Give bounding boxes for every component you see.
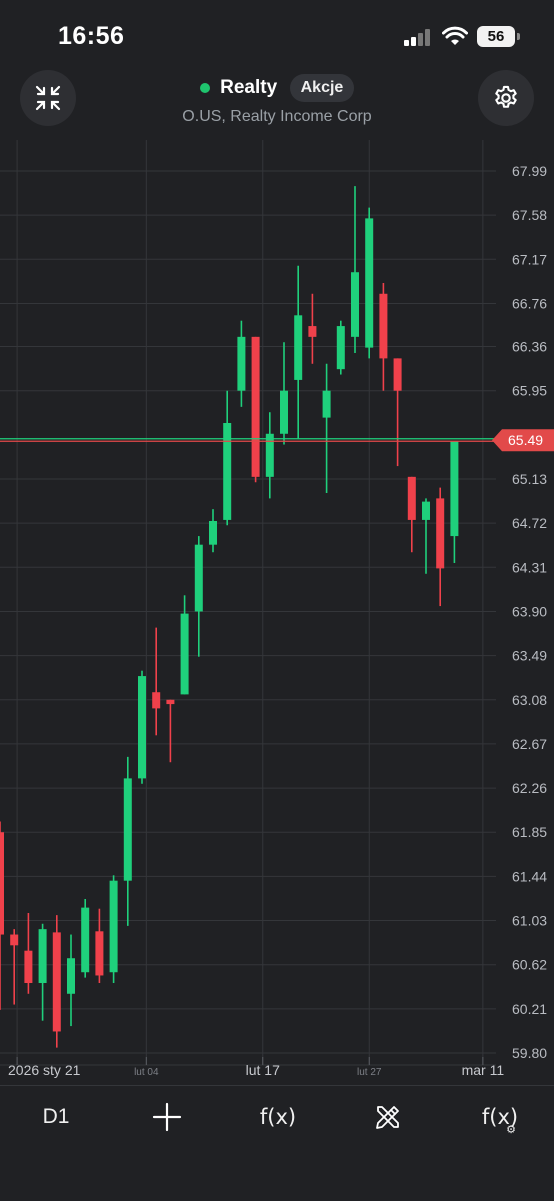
candle-up [280,390,288,434]
candle-up [237,336,246,391]
price-tick-label: 67.99 [512,163,547,179]
timeframe-label: D1 [42,1105,70,1128]
chart-toolbar: D1 f(x) f(x) ⚙ [0,1085,554,1201]
candle-down [308,326,317,337]
date-tick-label: 2026 sty 21 [8,1062,81,1078]
price-tick-label: 62.67 [512,736,547,752]
crosshair-button[interactable] [142,1086,192,1148]
price-tick-label: 63.08 [512,692,547,708]
price-tick-label: 59.80 [512,1045,547,1061]
price-tick-label: 61.85 [512,824,547,840]
battery-indicator: 56 [477,26,520,47]
instrument-title[interactable]: Realty Akcje [0,74,554,102]
date-tick-label: lut 17 [246,1062,280,1078]
price-tick-label: 64.72 [512,515,547,531]
candle-up [67,958,75,994]
price-tick-label: 63.90 [512,603,547,619]
drawing-tools-icon [376,1106,399,1129]
chart-header: Realty Akcje O.US, Realty Income Corp [0,68,554,138]
candle-down [0,832,4,935]
price-tick-label: 66.76 [512,295,547,311]
price-tick-label: 62.26 [512,780,547,796]
candle-down [379,293,388,359]
candle-up [123,778,132,881]
candle-up [322,390,331,418]
candle-down [166,699,175,705]
candle-down [95,931,104,976]
price-tick-label: 65.13 [512,471,547,487]
price-chart[interactable]: 67.99 67.58 67.17 66.76 66.36 65.95 65.13 64.72… [0,140,554,1085]
candle-down [436,498,445,569]
candle-up [138,676,146,779]
date-tick-label: mar 11 [462,1062,505,1078]
instrument-subtitle: O.US, Realty Income Corp [182,108,372,125]
price-tick-label: 64.31 [512,559,547,575]
symbol-name: Realty [220,77,278,98]
price-tick-label: 61.44 [512,868,547,884]
date-tick-label: lut 27 [357,1067,382,1078]
candle-down [52,932,61,1032]
candle-up [109,880,118,973]
small-gear-icon: ⚙ [506,1124,516,1136]
candle-up [450,441,459,537]
candle-up [422,501,430,520]
candle-up [180,613,189,695]
price-tick-label: 66.36 [512,339,547,355]
candle-up [336,326,345,370]
cellular-signal-icon [404,28,434,46]
price-tick-label: 61.03 [512,913,547,929]
wifi-icon [442,25,468,47]
candle-up [223,423,232,520]
candle-up [81,907,90,973]
candle-up [209,521,217,545]
chart-settings-button[interactable] [478,70,534,126]
candle-up [38,929,47,983]
price-tick-label: 67.58 [512,207,547,223]
market-open-dot [199,83,210,93]
candle-down [24,950,33,983]
status-time: 16:56 [58,22,125,50]
current-price-label: 65.49 [508,432,543,448]
indicators-label: f(x) [259,1105,297,1129]
price-tick-label: 63.49 [512,648,547,664]
instrument-type-badge: Akcje [289,74,355,102]
gear-icon [495,85,517,108]
candle-up [351,272,359,337]
candle-down [10,934,19,946]
price-tick-label: 60.62 [512,957,547,973]
candle-down [407,476,416,520]
price-tick-label: 65.95 [512,383,547,399]
price-tick-label: 67.17 [512,251,547,267]
candlestick-chart[interactable]: 67.99 67.58 67.17 66.76 66.36 65.95 65.13 64.72… [0,140,554,1085]
date-tick-label: lut 04 [134,1067,159,1078]
candle-up [365,218,374,348]
indicator-settings-button[interactable]: f(x) ⚙ [468,1086,532,1148]
candle-down [251,336,260,477]
price-tick-label: 60.21 [512,1001,547,1017]
candle-down [393,358,402,391]
candle-up [194,544,203,612]
candle-up [294,315,303,380]
candle-down [152,692,161,709]
plus-icon [152,1102,182,1132]
timeframe-button[interactable]: D1 [30,1086,82,1148]
candle-up [265,433,274,477]
status-bar: 16:56 56 [0,0,554,72]
drawing-tools-button[interactable] [360,1086,416,1148]
indicators-button[interactable]: f(x) [250,1086,306,1148]
